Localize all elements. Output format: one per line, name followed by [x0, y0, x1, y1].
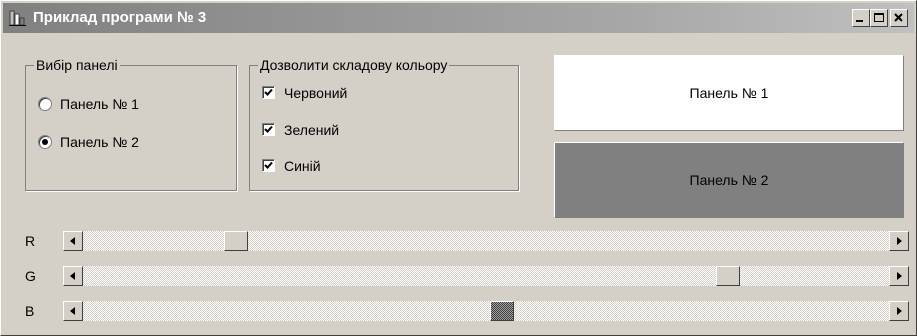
checkmark-icon — [264, 125, 273, 133]
radio-panel-2-label: Панель № 2 — [60, 134, 139, 150]
scrollbar-g-label: G — [25, 268, 36, 284]
scrollbar-r-label: R — [25, 233, 36, 249]
scroll-left-button[interactable] — [63, 266, 83, 286]
close-button[interactable] — [890, 9, 908, 27]
scrollbar-blue-thumb[interactable] — [489, 301, 514, 321]
scrollbar-green[interactable] — [63, 266, 909, 286]
color-components-caption: Дозволити складову кольору — [258, 57, 450, 73]
scroll-left-button[interactable] — [63, 231, 83, 251]
radio-panel-1[interactable]: Панель № 1 — [38, 95, 198, 113]
checkbox-green-box[interactable] — [262, 123, 275, 136]
scrollbar-blue[interactable] — [63, 301, 909, 321]
checkbox-blue-label: Синій — [284, 158, 321, 174]
close-icon — [894, 13, 903, 22]
arrow-left-icon — [70, 307, 75, 315]
scroll-left-button[interactable] — [63, 301, 83, 321]
title-bar[interactable]: Приклад програми № 3 — [3, 3, 914, 33]
arrow-right-icon — [897, 237, 902, 245]
arrow-right-icon — [897, 307, 902, 315]
checkbox-red-label: Червоний — [284, 85, 348, 101]
color-panel-2-label: Панель № 2 — [689, 172, 769, 188]
checkbox-blue-box[interactable] — [262, 159, 275, 172]
app-window: Приклад програми № 3 Вибір панелі Панель… — [0, 0, 917, 336]
checkbox-green-label: Зелений — [284, 122, 340, 138]
color-panel-1[interactable]: Панель № 1 — [554, 55, 904, 131]
panel-select-group: Вибір панелі Панель № 1 Панель № 2 — [25, 57, 237, 191]
arrow-left-icon — [70, 272, 75, 280]
scrollbar-green-thumb[interactable] — [716, 266, 741, 286]
maximize-button[interactable] — [870, 9, 888, 27]
checkmark-icon — [264, 161, 273, 169]
radio-panel-2[interactable]: Панель № 2 — [38, 133, 198, 151]
checkbox-red-box[interactable] — [262, 86, 275, 99]
maximize-icon — [874, 13, 884, 22]
scrollbar-red-thumb[interactable] — [223, 231, 248, 251]
minimize-icon — [856, 20, 863, 22]
checkbox-green[interactable]: Зелений — [262, 121, 462, 139]
panel-select-caption: Вибір панелі — [34, 57, 120, 73]
radio-button[interactable] — [38, 97, 52, 111]
window-title: Приклад програми № 3 — [33, 9, 207, 26]
radio-panel-1-label: Панель № 1 — [60, 96, 139, 112]
scrollbar-red[interactable] — [63, 231, 909, 251]
arrow-left-icon — [70, 237, 75, 245]
color-panel-1-label: Панель № 1 — [689, 85, 769, 101]
scroll-right-button[interactable] — [889, 301, 909, 321]
scrollbar-b-label: B — [25, 303, 35, 319]
checkmark-icon — [264, 88, 273, 96]
color-panel-2[interactable]: Панель № 2 — [554, 142, 904, 218]
color-components-group: Дозволити складову кольору Червоний Зеле… — [249, 57, 519, 191]
scroll-right-button[interactable] — [889, 231, 909, 251]
checkbox-blue[interactable]: Синій — [262, 157, 462, 175]
scroll-right-button[interactable] — [889, 266, 909, 286]
checkbox-red[interactable]: Червоний — [262, 84, 462, 102]
minimize-button[interactable] — [852, 9, 870, 27]
app-icon — [9, 9, 27, 27]
arrow-right-icon — [897, 272, 902, 280]
radio-button[interactable] — [38, 135, 52, 149]
